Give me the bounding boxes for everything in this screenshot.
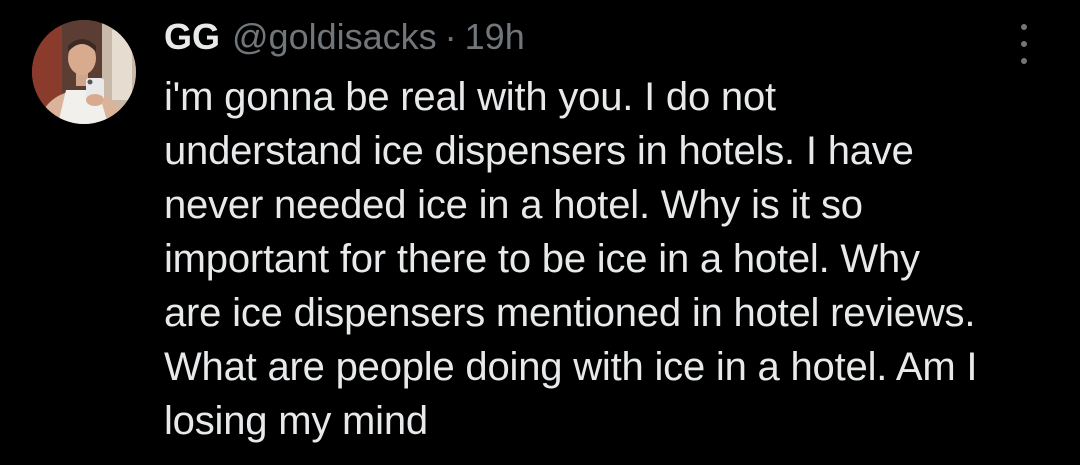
more-vertical-icon[interactable] [1008,24,1040,64]
more-dot [1021,41,1027,47]
timestamp[interactable]: 19h [465,16,525,58]
tweet-header: GG @goldisacks · 19h [164,16,525,62]
separator-dot: · [444,16,457,57]
more-dot [1021,24,1027,30]
tweet[interactable]: GG @goldisacks · 19h i'm gonna be real w… [0,0,1080,465]
avatar[interactable] [32,20,136,124]
avatar-image [32,20,136,124]
display-name[interactable]: GG [164,16,220,58]
tweet-text: i'm gonna be real with you. I do not und… [164,75,978,443]
user-handle[interactable]: @goldisacks [232,16,437,58]
more-dot [1021,58,1027,64]
